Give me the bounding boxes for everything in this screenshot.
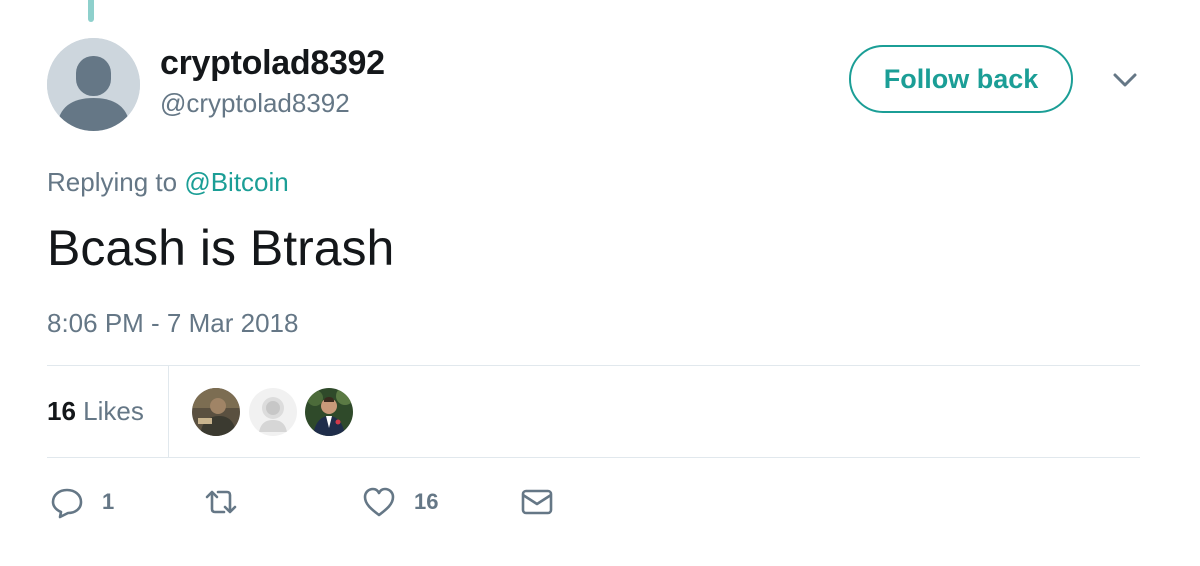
divider [47, 365, 1140, 366]
author-avatar[interactable] [47, 38, 140, 131]
heart-icon [363, 487, 395, 517]
follow-back-button[interactable]: Follow back [849, 45, 1073, 113]
reply-button[interactable]: 1 [50, 484, 114, 520]
author-display-name[interactable]: cryptolad8392 [160, 44, 385, 83]
reply-count: 1 [102, 489, 115, 514]
retweet-button[interactable] [204, 484, 238, 520]
replying-to-prefix: Replying to [47, 167, 178, 197]
envelope-icon [521, 489, 553, 515]
likes-count: 16 [47, 396, 76, 426]
likes-label: Likes [83, 396, 144, 426]
retweet-icon [205, 490, 237, 514]
direct-message-button[interactable] [520, 484, 554, 520]
divider [168, 366, 169, 457]
replying-to-line: Replying to @Bitcoin [47, 167, 289, 198]
replying-to-link[interactable]: @Bitcoin [184, 167, 288, 197]
tweet-timestamp[interactable]: 8:06 PM - 7 Mar 2018 [47, 308, 298, 339]
divider [47, 457, 1140, 458]
liker-avatar[interactable] [192, 388, 240, 436]
thread-connector-line [88, 0, 94, 22]
author-handle[interactable]: @cryptolad8392 [160, 88, 350, 119]
liker-avatar[interactable] [249, 388, 297, 436]
like-button[interactable]: 16 [362, 484, 438, 520]
reply-icon [51, 488, 83, 519]
chevron-down-icon [1113, 73, 1137, 87]
liker-avatar[interactable] [305, 388, 353, 436]
like-count: 16 [414, 489, 439, 514]
likes-stat[interactable]: 16 Likes [47, 396, 144, 427]
default-avatar-icon [47, 38, 140, 131]
tweet-text: Bcash is Btrash [47, 220, 395, 276]
tweet-menu-button[interactable] [1108, 66, 1142, 96]
